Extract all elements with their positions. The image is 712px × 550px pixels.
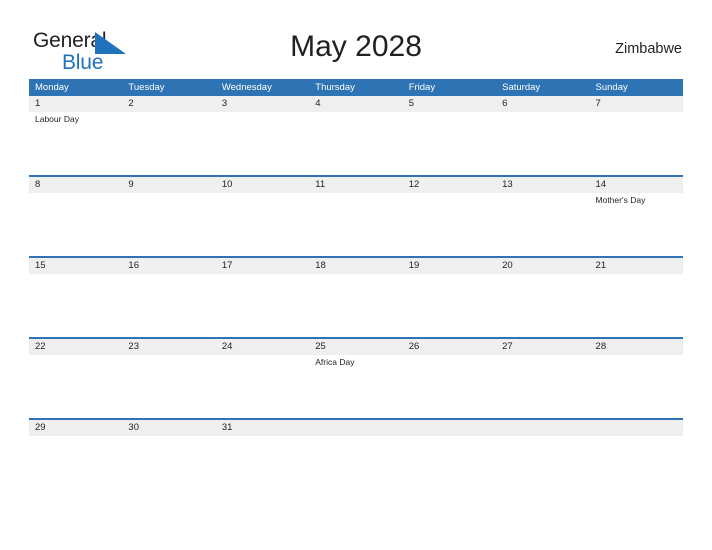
day-event [590,274,683,337]
weekday-header-tuesday: Tuesday [128,82,165,93]
week-event-band: Labour Day [29,112,683,175]
day-event [29,193,122,256]
day-number[interactable]: 3 [216,96,309,112]
day-number[interactable]: 25 [309,339,402,355]
day-number[interactable]: 5 [403,96,496,112]
weekday-header-friday: Friday [408,82,436,93]
day-number[interactable]: 28 [590,339,683,355]
day-event: Labour Day [35,114,79,124]
calendar-week-row: 8 9 10 11 12 13 14 Mother's Day [29,175,683,256]
day-number[interactable]: 8 [29,177,122,193]
day-event [29,355,122,418]
week-date-band: 22 23 24 25 26 27 28 [29,339,683,355]
calendar-week-row: 29 30 31 [29,418,683,459]
day-event [403,274,496,337]
day-event: Mother's Day [595,195,646,205]
day-number[interactable]: 21 [590,258,683,274]
calendar-week-row: 22 23 24 25 26 27 28 Africa Day [29,337,683,418]
weekday-header-monday: Monday [35,82,69,93]
day-event [496,436,589,459]
day-event [403,193,496,256]
day-number[interactable]: 2 [122,96,215,112]
day-event [122,193,215,256]
day-number-empty [496,420,589,436]
day-number[interactable]: 22 [29,339,122,355]
calendar-week-row: 15 16 17 18 19 20 21 [29,256,683,337]
day-event [309,193,402,256]
day-event [403,436,496,459]
day-event [496,112,589,175]
day-number[interactable]: 15 [29,258,122,274]
day-number[interactable]: 7 [590,96,683,112]
day-event [216,355,309,418]
week-event-band [29,274,683,337]
day-event [122,436,215,459]
day-number[interactable]: 24 [216,339,309,355]
day-number[interactable]: 20 [496,258,589,274]
weekday-header-thursday: Thursday [315,82,355,93]
day-number[interactable]: 14 [590,177,683,193]
day-event [403,112,496,175]
week-date-band: 15 16 17 18 19 20 21 [29,258,683,274]
calendar-grid: Monday Tuesday Wednesday Thursday Friday… [29,79,683,459]
day-event [496,355,589,418]
day-event [309,274,402,337]
day-number[interactable]: 23 [122,339,215,355]
day-event [122,112,215,175]
day-event [496,274,589,337]
page-header: General Blue May 2028 Zimbabwe [0,0,712,76]
day-number[interactable]: 13 [496,177,589,193]
week-date-band: 8 9 10 11 12 13 14 [29,177,683,193]
day-number[interactable]: 10 [216,177,309,193]
day-number[interactable]: 4 [309,96,402,112]
week-date-band: 1 2 3 4 5 6 7 [29,96,683,112]
page-title: May 2028 [290,30,422,63]
day-number[interactable]: 17 [216,258,309,274]
day-number[interactable]: 18 [309,258,402,274]
day-number[interactable]: 31 [216,420,309,436]
day-event: Africa Day [315,357,355,367]
day-number[interactable]: 11 [309,177,402,193]
week-event-band [29,436,683,459]
weekday-header-wednesday: Wednesday [221,82,272,93]
day-event [590,112,683,175]
calendar-week-row: 1 2 3 4 5 6 7 Labour Day [29,96,683,175]
day-number-empty [590,420,683,436]
week-event-band: Mother's Day [29,193,683,256]
day-number[interactable]: 16 [122,258,215,274]
day-event [309,436,402,459]
day-number[interactable]: 1 [29,96,122,112]
day-event [403,355,496,418]
day-event [29,274,122,337]
day-number[interactable]: 29 [29,420,122,436]
day-event [216,193,309,256]
day-event [216,112,309,175]
country-label: Zimbabwe [615,41,682,57]
day-event [590,436,683,459]
weekday-header-row: Monday Tuesday Wednesday Thursday Friday… [29,79,683,96]
day-event [216,274,309,337]
day-number[interactable]: 27 [496,339,589,355]
day-event [29,436,122,459]
day-number[interactable]: 12 [403,177,496,193]
day-number[interactable]: 6 [496,96,589,112]
day-event [496,193,589,256]
day-event [122,274,215,337]
week-event-band: Africa Day [29,355,683,418]
day-number[interactable]: 26 [403,339,496,355]
day-number-empty [309,420,402,436]
day-number[interactable]: 19 [403,258,496,274]
weekday-header-saturday: Saturday [502,82,541,93]
day-number[interactable]: 30 [122,420,215,436]
day-number-empty [403,420,496,436]
week-date-band: 29 30 31 [29,420,683,436]
day-event [309,112,402,175]
weekday-header-sunday: Sunday [595,82,628,93]
day-event [122,355,215,418]
day-number[interactable]: 9 [122,177,215,193]
day-event [590,355,683,418]
day-event [216,436,309,459]
